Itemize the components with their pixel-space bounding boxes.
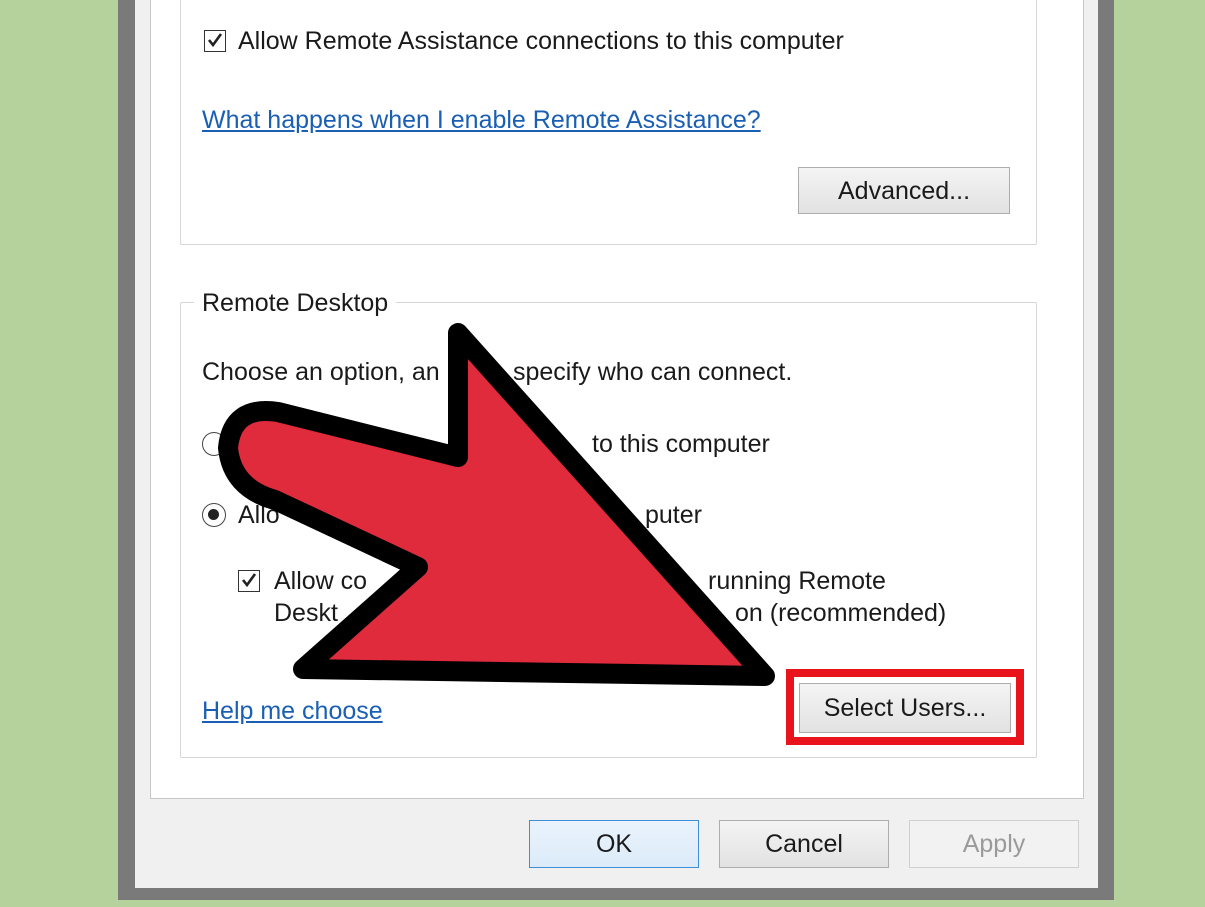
red-arrow-icon [218,323,775,686]
